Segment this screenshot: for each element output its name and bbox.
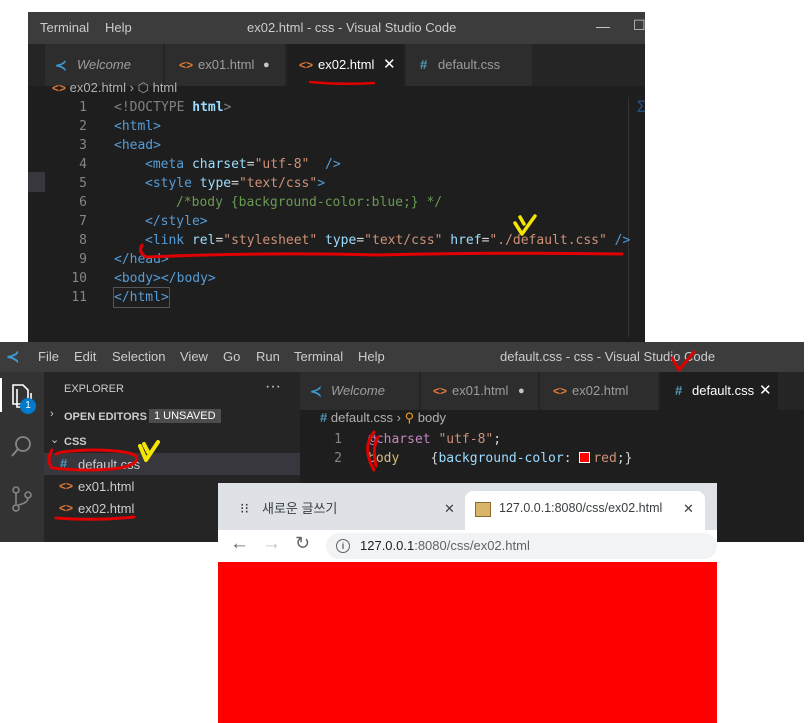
close-icon[interactable]: ✕ — [444, 491, 455, 526]
close-icon[interactable]: ✕ — [683, 491, 694, 526]
red-check-mark — [670, 350, 696, 372]
browser-tab-new-post[interactable]: ⁝⁝ 새로운 글쓰기 ✕ — [226, 491, 463, 530]
reload-icon[interactable]: ↻ — [295, 533, 310, 554]
url-path: :8080/css/ex02.html — [414, 538, 530, 553]
red-underline-link-line — [139, 243, 624, 259]
red-circle-default-css — [47, 448, 139, 472]
browser-toolbar: ← → ↻ i 127.0.0.1:8080/css/ex02.html — [218, 530, 717, 563]
vscode-window-html: Terminal Help ex02.html - css - Visual S… — [28, 12, 645, 342]
dots-icon: ⁝⁝ — [240, 500, 249, 516]
browser-tab-label: 127.0.0.1:8080/css/ex02.html — [499, 501, 663, 515]
yellow-check-mark — [138, 440, 160, 462]
browser-tab-strip: ⁝⁝ 새로운 글쓰기 ✕ 127.0.0.1:8080/css/ex02.htm… — [218, 483, 717, 530]
address-bar[interactable]: i 127.0.0.1:8080/css/ex02.html — [326, 533, 717, 559]
yellow-check-mark — [513, 214, 537, 236]
annotation-layer-1 — [139, 80, 624, 259]
forward-arrow-icon[interactable]: → — [262, 533, 281, 555]
page-viewport[interactable] — [218, 562, 717, 723]
info-icon[interactable]: i — [336, 539, 350, 553]
red-bracket-mark — [366, 430, 380, 472]
page-icon — [475, 502, 491, 517]
red-underline-ex02 — [54, 515, 136, 521]
browser-tab-ex02[interactable]: 127.0.0.1:8080/css/ex02.html ✕ — [465, 491, 705, 530]
url-text: 127.0.0.1:8080/css/ex02.html — [360, 533, 530, 559]
url-host: 127.0.0.1 — [360, 538, 415, 553]
browser-tab-label: 새로운 글쓰기 — [262, 501, 338, 516]
browser-window: ⁝⁝ 새로운 글쓰기 ✕ 127.0.0.1:8080/css/ex02.htm… — [218, 483, 717, 723]
back-arrow-icon[interactable]: ← — [230, 533, 249, 555]
red-underline-tab — [308, 80, 376, 86]
